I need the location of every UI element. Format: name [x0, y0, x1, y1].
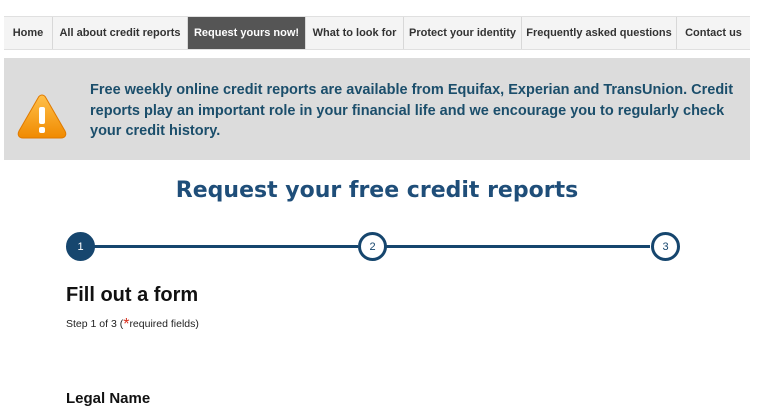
nav-item-home[interactable]: Home — [4, 17, 53, 49]
form-step-indicator: Step 1 of 3 (*required fields) — [66, 314, 199, 333]
stepper-connector — [386, 245, 650, 248]
nav-item-protect-your-identity[interactable]: Protect your identity — [404, 17, 522, 49]
alert-banner: Free weekly online credit reports are av… — [4, 58, 750, 160]
alert-message: Free weekly online credit reports are av… — [90, 82, 734, 139]
page-title: Request your free credit reports — [175, 178, 579, 203]
legal-name-heading: Legal Name — [66, 390, 151, 407]
step-count-text: Step 1 of 3 ( — [66, 318, 124, 330]
step-3: 3 — [651, 232, 680, 261]
nav-item-all-about-credit-reports[interactable]: All about credit reports — [53, 17, 188, 49]
progress-stepper: 1 2 3 — [66, 232, 682, 262]
warning-icon — [17, 94, 67, 139]
stepper-connector — [94, 245, 358, 248]
nav-item-contact-us[interactable]: Contact us — [677, 17, 750, 49]
required-fields-text: required fields) — [129, 318, 199, 330]
nav-item-request-yours-now[interactable]: Request yours now! — [188, 17, 306, 49]
nav-item-frequently-asked-questions[interactable]: Frequently asked questions — [522, 17, 677, 49]
top-navigation: Home All about credit reports Request yo… — [4, 16, 750, 50]
step-2: 2 — [358, 232, 387, 261]
step-1-current: 1 — [66, 232, 95, 261]
required-asterisk: * — [123, 316, 130, 333]
nav-item-what-to-look-for[interactable]: What to look for — [306, 17, 404, 49]
form-title: Fill out a form — [66, 284, 199, 306]
